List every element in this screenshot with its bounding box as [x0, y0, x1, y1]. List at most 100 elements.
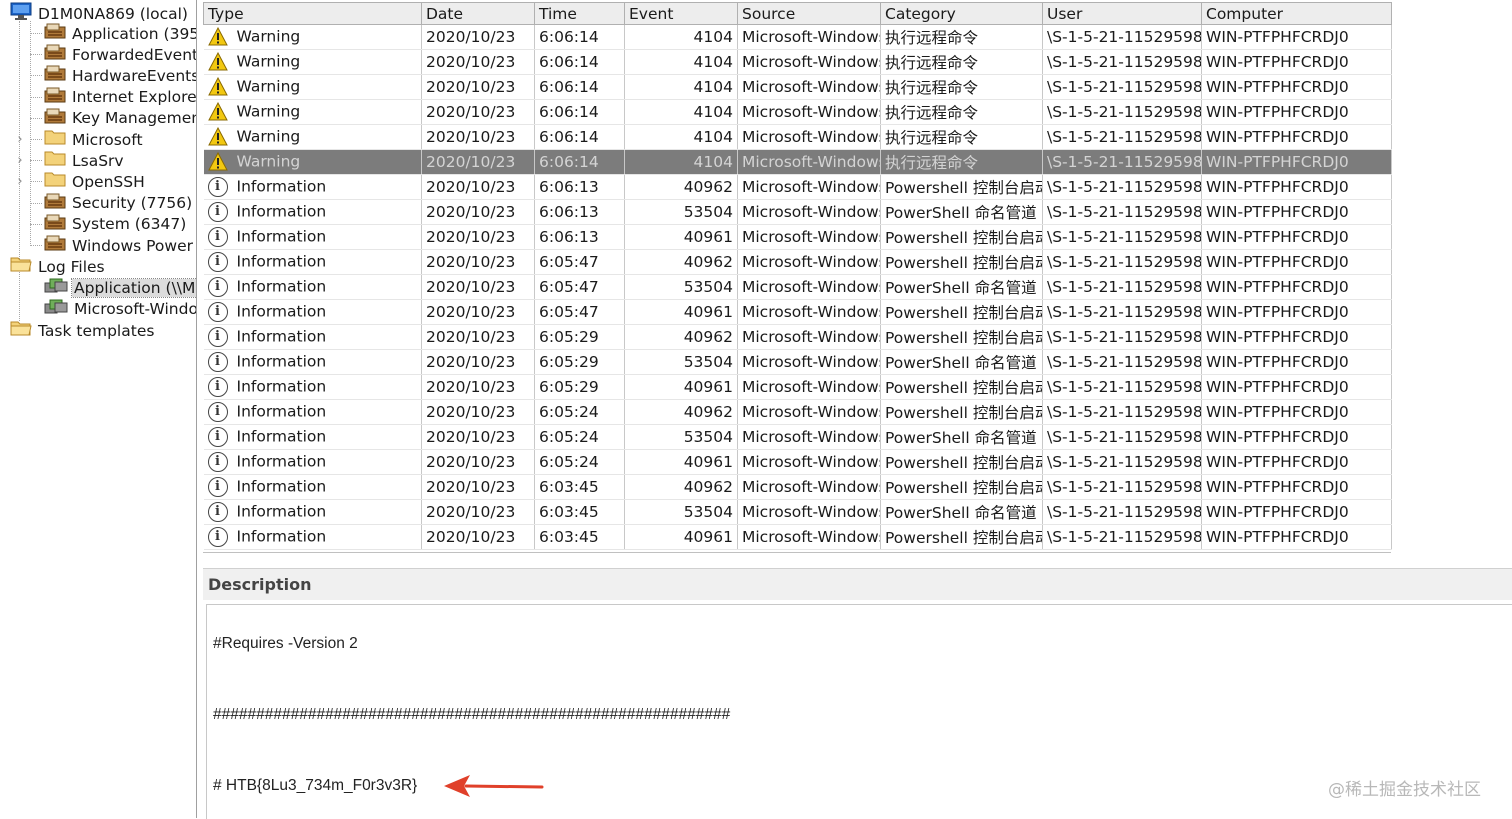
- table-row[interactable]: i Information 2020/10/23 6:05:24 40961 Micros…: [203, 449, 1392, 475]
- column-header-user[interactable]: User: [1042, 2, 1202, 25]
- tree-log-item[interactable]: System (6347): [30, 214, 188, 235]
- event-log-icon: [44, 65, 66, 87]
- cell-date: 2020/10/23: [421, 449, 535, 475]
- tree-log-item[interactable]: › Microsoft: [17, 129, 145, 150]
- table-row[interactable]: i Information 2020/10/23 6:05:47 53504 Micros…: [203, 274, 1392, 300]
- cell-source-text: Microsoft-Windows: [742, 78, 881, 96]
- cell-category-text: Powershell 控制台启动: [885, 529, 1043, 547]
- cell-computer: WIN-PTFPHFCRDJ0: [1201, 124, 1392, 150]
- tree-log-item[interactable]: Key Managemen: [30, 108, 196, 129]
- folder-icon: [44, 171, 66, 193]
- cell-date-text: 2020/10/23: [426, 428, 516, 446]
- cell-type-text: Information: [236, 402, 327, 421]
- table-row[interactable]: i Information 2020/10/23 6:03:45 53504 Micros…: [203, 499, 1392, 525]
- description-pane[interactable]: #Requires -Version 2 ###################…: [206, 604, 1512, 819]
- cell-event-text: 40962: [683, 478, 733, 496]
- table-row[interactable]: i Information 2020/10/23 6:03:45 40961 Micros…: [203, 524, 1392, 550]
- column-header-time[interactable]: Time: [534, 2, 625, 25]
- column-header-category[interactable]: Category: [880, 2, 1043, 25]
- cell-source-text: Microsoft-Windows: [742, 253, 881, 271]
- warning-icon: [207, 101, 228, 122]
- cell-date: 2020/10/23: [421, 474, 535, 500]
- expand-chevron-icon[interactable]: ›: [15, 171, 25, 192]
- cell-time: 6:06:14: [534, 99, 625, 125]
- table-row[interactable]: i Information 2020/10/23 6:05:29 40961 Micros…: [203, 374, 1392, 400]
- info-icon: i: [207, 177, 228, 197]
- cell-time-text: 6:06:14: [539, 128, 599, 146]
- cell-event: 40962: [624, 174, 738, 200]
- table-row[interactable]: Warning 2020/10/23 6:06:14 4104 Microsoft-Wi…: [203, 24, 1392, 50]
- cell-computer-text: WIN-PTFPHFCRDJ0: [1206, 128, 1349, 146]
- tree-log-item[interactable]: Internet Explore: [30, 87, 196, 108]
- cell-user: \S-1-5-21-11529598: [1042, 24, 1202, 50]
- cell-category: Powershell 控制台启动: [880, 474, 1043, 500]
- table-row[interactable]: i Information 2020/10/23 6:05:24 40962 Micros…: [203, 399, 1392, 425]
- cell-user: \S-1-5-21-11529598: [1042, 349, 1202, 375]
- table-row[interactable]: i Information 2020/10/23 6:05:29 53504 Micros…: [203, 349, 1392, 375]
- tree-log-item[interactable]: HardwareEvents: [30, 65, 197, 87]
- tree-connector: [30, 139, 42, 140]
- table-row[interactable]: i Information 2020/10/23 6:05:24 53504 Micros…: [203, 424, 1392, 450]
- tree-log-files[interactable]: Log Files: [10, 256, 107, 277]
- table-row[interactable]: i Information 2020/10/23 6:05:29 40962 Micros…: [203, 324, 1392, 350]
- tree-log-item[interactable]: Security (7756): [30, 193, 194, 214]
- tree-root[interactable]: D1M0NA869 (local): [10, 2, 190, 23]
- table-row[interactable]: i Information 2020/10/23 6:03:45 40962 Micros…: [203, 474, 1392, 500]
- table-row[interactable]: Warning 2020/10/23 6:06:14 4104 Microsoft-Wi…: [203, 124, 1392, 150]
- cell-computer: WIN-PTFPHFCRDJ0: [1201, 174, 1392, 200]
- tree-log-item-label: OpenSSH: [72, 172, 145, 191]
- cell-computer: WIN-PTFPHFCRDJ0: [1201, 449, 1392, 475]
- tree-log-item[interactable]: › OpenSSH: [17, 171, 147, 193]
- table-row[interactable]: Warning 2020/10/23 6:06:14 4104 Microsoft-Wi…: [203, 49, 1392, 75]
- table-row[interactable]: i Information 2020/10/23 6:06:13 40961 Micros…: [203, 224, 1392, 250]
- tree-log-item[interactable]: Application (395: [30, 23, 196, 44]
- column-header-date[interactable]: Date: [421, 2, 535, 25]
- table-row[interactable]: i Information 2020/10/23 6:06:13 53504 Micros…: [203, 199, 1392, 225]
- info-icon: i: [207, 477, 228, 497]
- cell-date-text: 2020/10/23: [426, 53, 516, 71]
- expand-chevron-icon[interactable]: ›: [15, 150, 25, 171]
- cell-event: 4104: [624, 149, 738, 175]
- cell-source: Microsoft-Windows: [737, 399, 881, 425]
- tree-log-item[interactable]: ForwardedEvents: [30, 44, 196, 65]
- expand-chevron-icon[interactable]: ›: [15, 129, 25, 150]
- table-row[interactable]: Warning 2020/10/23 6:06:14 4104 Microsoft-Wi…: [203, 149, 1392, 175]
- tree-log-item-label: HardwareEvents: [72, 66, 197, 85]
- column-header-computer[interactable]: Computer: [1201, 2, 1392, 25]
- cell-category: PowerShell 命名管道 I: [880, 274, 1043, 300]
- column-header-type[interactable]: Type: [203, 2, 422, 25]
- cell-date-text: 2020/10/23: [426, 78, 516, 96]
- cell-user: \S-1-5-21-11529598: [1042, 474, 1202, 500]
- tree-log-item[interactable]: Windows Power: [30, 235, 195, 256]
- column-header-event[interactable]: Event: [624, 2, 738, 25]
- column-header-source[interactable]: Source: [737, 2, 881, 25]
- cell-date: 2020/10/23: [421, 524, 535, 550]
- cell-time: 6:05:29: [534, 349, 625, 375]
- table-row[interactable]: i Information 2020/10/23 6:05:47 40961 Micros…: [203, 299, 1392, 325]
- cell-time-text: 6:05:29: [539, 353, 599, 371]
- cell-source: Microsoft-Windows: [737, 24, 881, 50]
- cell-computer-text: WIN-PTFPHFCRDJ0: [1206, 378, 1349, 396]
- table-row[interactable]: i Information 2020/10/23 6:06:13 40962 Micros…: [203, 174, 1392, 200]
- cell-time-text: 6:06:14: [539, 103, 599, 121]
- table-row[interactable]: Warning 2020/10/23 6:06:14 4104 Microsoft-Wi…: [203, 74, 1392, 100]
- cell-date-text: 2020/10/23: [426, 103, 516, 121]
- cell-source-text: Microsoft-Windows: [742, 378, 881, 396]
- tree-log-item[interactable]: › LsaSrv: [17, 150, 126, 171]
- cell-user-text: \S-1-5-21-11529598: [1047, 178, 1202, 196]
- table-row[interactable]: i Information 2020/10/23 6:05:47 40962 Micros…: [203, 249, 1392, 275]
- cell-time: 6:06:13: [534, 224, 625, 250]
- tree-logfile-application[interactable]: Application (\\Ma: [44, 277, 196, 298]
- description-heading: Description: [203, 568, 1512, 600]
- tree-task-templates[interactable]: Task templates: [10, 320, 156, 341]
- table-row[interactable]: Warning 2020/10/23 6:06:14 4104 Microsoft-Wi…: [203, 99, 1392, 125]
- tree-logfile-microsoft-windows[interactable]: Microsoft-Windo: [44, 298, 196, 319]
- cell-type: i Information: [203, 299, 422, 325]
- cell-type: i Information: [203, 349, 422, 375]
- cell-date-text: 2020/10/23: [426, 128, 516, 146]
- warning-icon: [207, 76, 228, 97]
- cell-category: Powershell 控制台启动: [880, 224, 1043, 250]
- cell-category: 执行远程命令: [880, 99, 1043, 125]
- cell-time-text: 6:03:45: [539, 503, 599, 521]
- cell-time: 6:05:29: [534, 324, 625, 350]
